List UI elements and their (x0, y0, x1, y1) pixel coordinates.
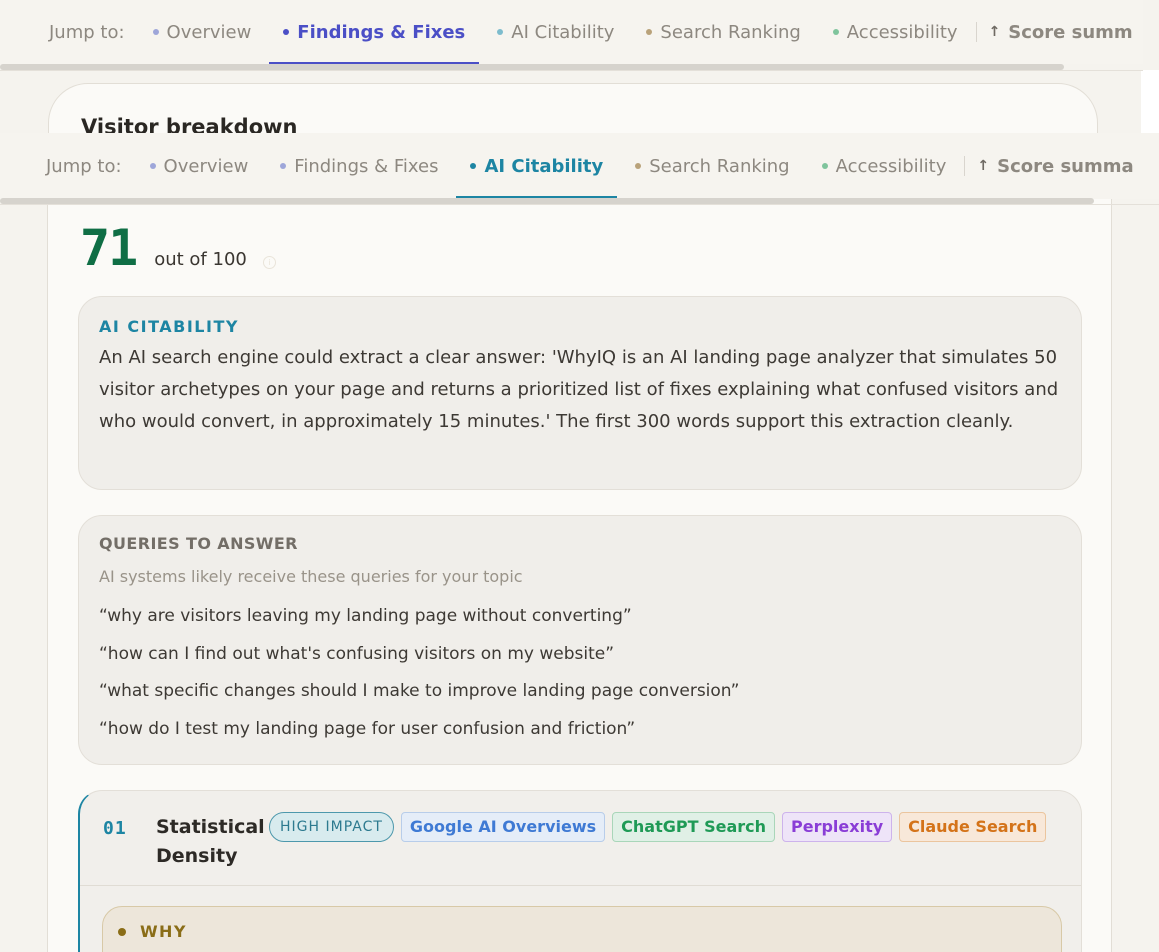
nav-item-label: Accessibility (846, 21, 958, 43)
recommendation-header[interactable]: 01 Statistical Density HIGH IMPACT Googl… (80, 791, 1081, 886)
engine-tag: ChatGPT Search (612, 812, 775, 842)
score-display: 71 out of 100 i (80, 219, 276, 277)
score-summary-label: Score summa (997, 155, 1134, 177)
impact-badge: HIGH IMPACT (269, 812, 394, 842)
dot-icon (832, 29, 839, 35)
section-label: QUERIES TO ANSWER (99, 534, 298, 553)
nav-item-accessibility[interactable]: Accessibility (821, 134, 947, 198)
nav-item-label: AI Citability (484, 155, 604, 177)
divider (975, 22, 977, 42)
dot-icon (470, 163, 477, 169)
arrow-up-icon: ↑ (977, 158, 990, 174)
tag-list: HIGH IMPACT Google AI Overviews ChatGPT … (269, 812, 1047, 842)
recommendation-title: Statistical Density (156, 816, 265, 867)
nav-item-ai-citability[interactable]: AI Citability (497, 0, 614, 64)
query-item: “why are visitors leaving my landing pag… (99, 606, 632, 626)
dot-icon (646, 29, 653, 35)
score-value: 71 (80, 219, 138, 277)
recommendation-card[interactable]: 01 Statistical Density HIGH IMPACT Googl… (78, 790, 1082, 952)
dot-icon (152, 29, 159, 35)
score-summary-label: Score summ (1008, 21, 1133, 43)
dot-icon (497, 29, 504, 35)
nav-item-label: Overview (163, 155, 249, 177)
info-icon[interactable]: i (262, 256, 276, 269)
nav-item-label: Findings & Fixes (294, 155, 439, 177)
page-edge (1141, 70, 1159, 133)
dot-icon (635, 163, 642, 169)
nav-item-label: Overview (166, 21, 252, 43)
jump-label: Jump to: (46, 155, 122, 177)
arrow-up-icon: ↑ (988, 24, 1001, 40)
nav-item-findings[interactable]: Findings & Fixes (269, 0, 480, 64)
query-item: “what specific changes should I make to … (99, 681, 740, 701)
query-list: “why are visitors leaving my landing pag… (99, 598, 1061, 748)
dot-icon (118, 928, 126, 936)
nav-item-ai-citability[interactable]: AI Citability (456, 134, 617, 198)
recommendation-number: 01 (103, 818, 127, 839)
dot-icon (149, 163, 156, 169)
jump-label: Jump to: (49, 21, 125, 43)
divider (964, 156, 966, 176)
ai-citability-summary: AI CITABILITY An AI search engine could … (78, 296, 1082, 490)
section-subtitle: AI systems likely receive these queries … (99, 567, 523, 586)
summary-text: An AI search engine could extract a clea… (99, 347, 1059, 432)
nav-item-findings[interactable]: Findings & Fixes (280, 134, 438, 198)
score-summary-link[interactable]: ↑ Score summ (989, 22, 1133, 43)
why-box: WHY (102, 906, 1062, 952)
dot-icon (280, 163, 287, 169)
query-item: “how do I test my landing page for user … (99, 718, 636, 739)
engine-tag: Google AI Overviews (400, 812, 606, 842)
jump-nav-sticky: Jump to: Overview Findings & Fixes AI Ci… (0, 133, 1159, 199)
engine-tag: Claude Search (899, 812, 1047, 842)
nav-item-label: Findings & Fixes (297, 21, 466, 43)
nav-item-accessibility[interactable]: Accessibility (832, 0, 958, 64)
section-label: AI CITABILITY (99, 317, 239, 336)
nav-item-search-ranking[interactable]: Search Ranking (635, 134, 790, 198)
nav-item-label: AI Citability (511, 21, 615, 43)
nav-item-label: Accessibility (835, 155, 947, 177)
dot-icon (283, 29, 290, 35)
jump-nav-top: Jump to: Overview Findings & Fixes AI Ci… (0, 0, 1143, 64)
query-item: “how can I find out what's confusing vis… (99, 643, 615, 664)
nav-item-overview[interactable]: Overview (149, 134, 249, 198)
engine-tag: Perplexity (782, 812, 893, 842)
nav-item-label: Search Ranking (660, 21, 801, 43)
nav-item-overview[interactable]: Overview (152, 0, 252, 64)
ai-citability-card: 71 out of 100 i AI CITABILITY An AI sear… (47, 199, 1112, 952)
divider (0, 204, 1159, 205)
score-summary-link[interactable]: ↑ Score summa (977, 156, 1133, 177)
nav-item-search-ranking[interactable]: Search Ranking (646, 0, 801, 64)
divider (0, 70, 1143, 71)
why-label: WHY (140, 922, 187, 941)
nav-item-label: Search Ranking (649, 155, 790, 177)
score-out-of: out of 100 (154, 249, 247, 270)
dot-icon (821, 163, 828, 169)
queries-panel: QUERIES TO ANSWER AI systems likely rece… (78, 515, 1082, 765)
